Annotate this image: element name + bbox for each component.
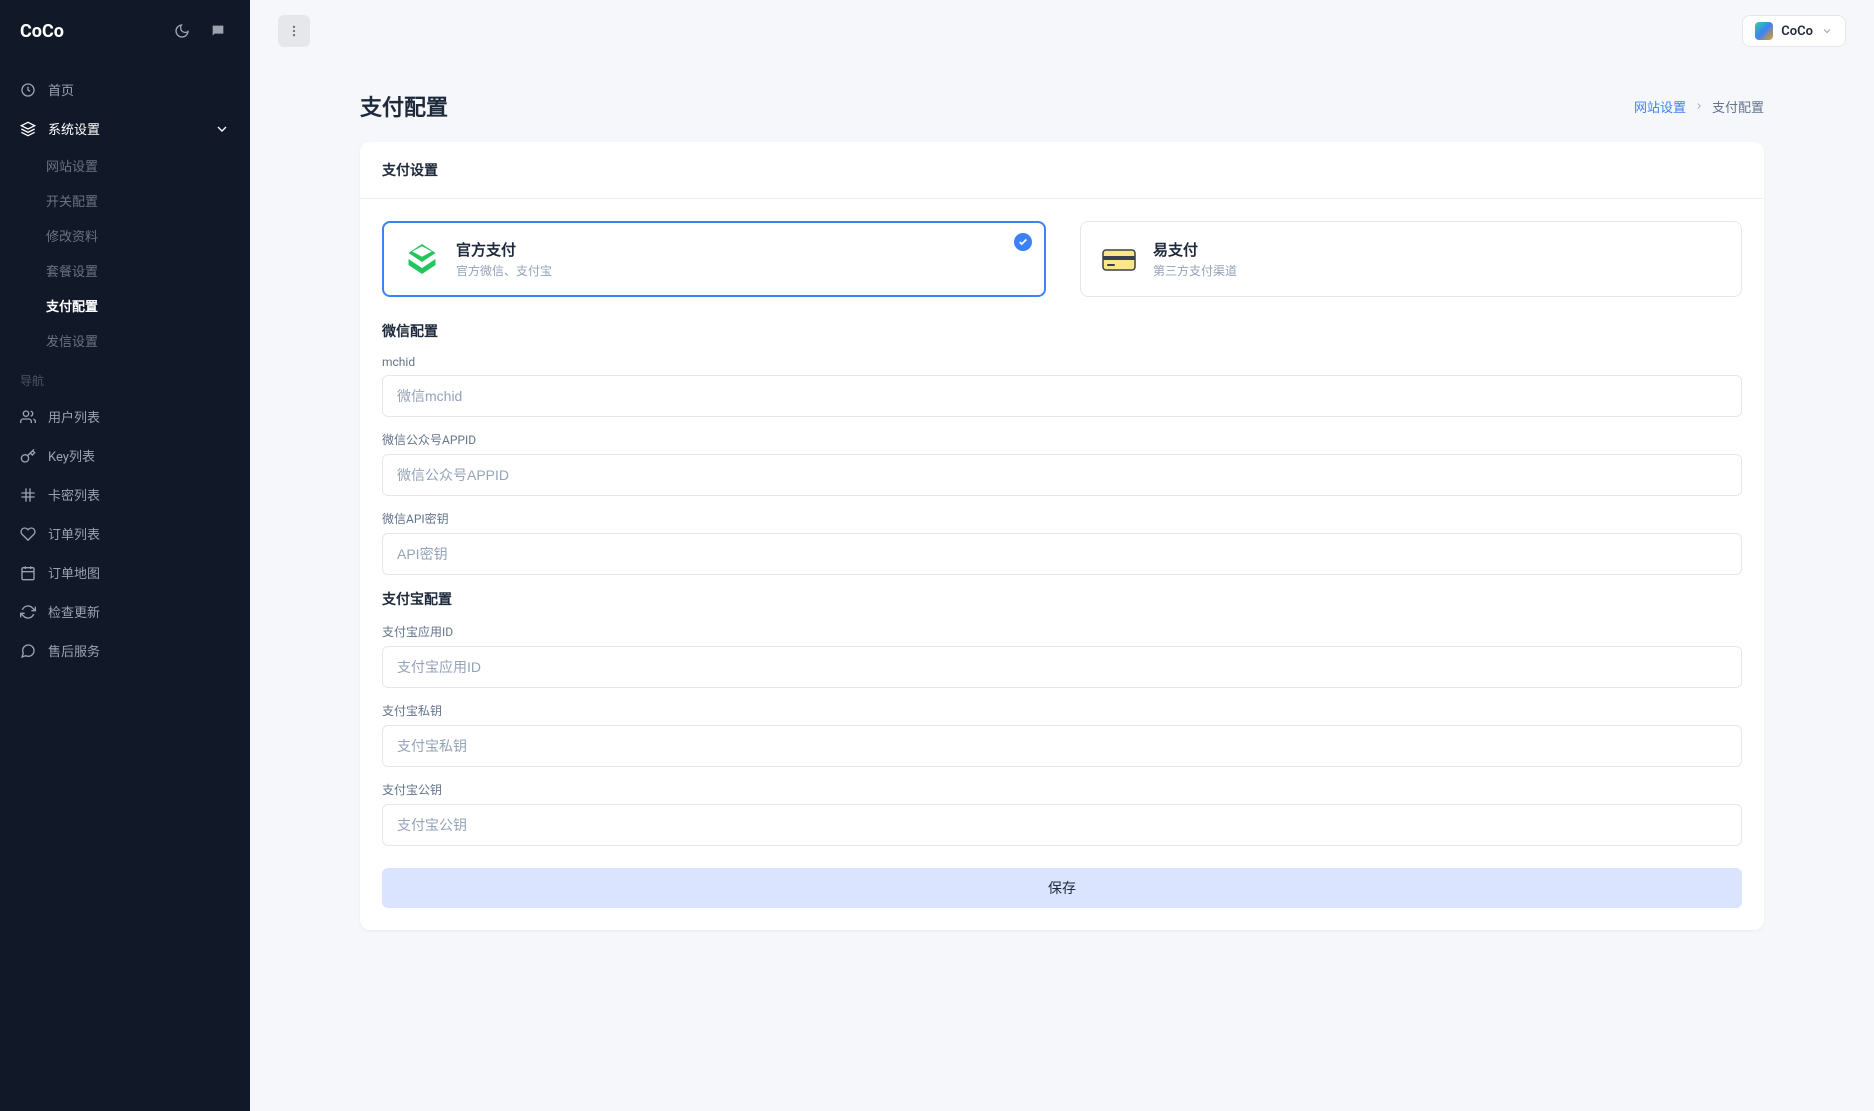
calendar-icon xyxy=(20,565,36,581)
sidebar-item-label: 卡密列表 xyxy=(48,485,100,504)
sidebar-item-label: Key列表 xyxy=(48,446,95,465)
sidebar-sub-profile[interactable]: 修改资料 xyxy=(46,218,250,253)
wx-apikey-input[interactable] xyxy=(382,533,1742,575)
sidebar-item-system-settings[interactable]: 系统设置 xyxy=(0,109,250,148)
mchid-label: mchid xyxy=(382,355,1742,369)
ali-appid-input[interactable] xyxy=(382,646,1742,688)
moon-icon xyxy=(174,23,190,39)
sidebar-sub-mail[interactable]: 发信设置 xyxy=(46,323,250,358)
user-avatar-icon xyxy=(1755,22,1773,40)
chevron-down-icon xyxy=(1821,25,1833,37)
sidebar-sub-payment[interactable]: 支付配置 xyxy=(46,288,250,323)
key-icon xyxy=(20,448,36,464)
ali-public-label: 支付宝公钥 xyxy=(382,781,1742,798)
layers-icon xyxy=(20,121,36,137)
sidebar-item-label: 检查更新 xyxy=(48,602,100,621)
main-content: CoCo 支付配置 网站设置 支付配置 支付设置 xyxy=(250,0,1874,1111)
refresh-icon xyxy=(20,604,36,620)
chat-icon xyxy=(210,23,226,39)
breadcrumb-current: 支付配置 xyxy=(1712,97,1764,116)
pay-option-official[interactable]: 官方支付 官方微信、支付宝 xyxy=(382,221,1046,297)
pay-option-subtitle: 官方微信、支付宝 xyxy=(456,262,552,279)
sidebar-submenu: 网站设置 开关配置 修改资料 套餐设置 支付配置 发信设置 xyxy=(0,148,250,358)
sidebar-item-keys[interactable]: Key列表 xyxy=(0,436,250,475)
ali-private-input[interactable] xyxy=(382,725,1742,767)
sidebar-sub-switch[interactable]: 开关配置 xyxy=(46,183,250,218)
chevron-down-icon xyxy=(214,121,230,137)
mchid-input[interactable] xyxy=(382,375,1742,417)
sidebar-item-check-update[interactable]: 检查更新 xyxy=(0,592,250,631)
user-menu[interactable]: CoCo xyxy=(1742,15,1846,47)
sidebar-nav: 首页 系统设置 网站设置 开关配置 修改资料 套餐设置 支付配置 发信设置 导航… xyxy=(0,62,250,678)
sidebar-sub-plan[interactable]: 套餐设置 xyxy=(46,253,250,288)
sidebar-header: CoCo xyxy=(0,0,250,62)
sidebar-item-home[interactable]: 首页 xyxy=(0,70,250,109)
sidebar-item-label: 售后服务 xyxy=(48,641,100,660)
card-icon xyxy=(20,487,36,503)
wx-appid-input[interactable] xyxy=(382,454,1742,496)
brand-logo[interactable]: CoCo xyxy=(20,21,64,42)
sidebar-item-label: 系统设置 xyxy=(48,119,100,138)
sidebar-item-after-sale[interactable]: 售后服务 xyxy=(0,631,250,670)
user-name: CoCo xyxy=(1781,24,1813,39)
pay-option-title: 官方支付 xyxy=(456,239,552,260)
sidebar-item-label: 订单地图 xyxy=(48,563,100,582)
sidebar-item-order-map[interactable]: 订单地图 xyxy=(0,553,250,592)
nav-section-label: 导航 xyxy=(0,358,250,397)
more-vertical-icon xyxy=(287,24,301,38)
pay-option-subtitle: 第三方支付渠道 xyxy=(1153,262,1237,279)
payment-card: 支付设置 官方支付 官方微信、支付宝 xyxy=(360,142,1764,930)
payment-options: 官方支付 官方微信、支付宝 易支付 xyxy=(382,221,1742,297)
heart-icon xyxy=(20,526,36,542)
sidebar-item-label: 用户列表 xyxy=(48,407,100,426)
ali-public-input[interactable] xyxy=(382,804,1742,846)
wechat-pay-icon xyxy=(404,241,440,277)
theme-toggle-button[interactable] xyxy=(170,19,194,43)
users-icon xyxy=(20,409,36,425)
topbar: CoCo xyxy=(250,0,1874,62)
ali-appid-label: 支付宝应用ID xyxy=(382,623,1742,640)
sidebar-item-cards[interactable]: 卡密列表 xyxy=(0,475,250,514)
page-header: 支付配置 网站设置 支付配置 xyxy=(250,62,1874,142)
page-title: 支付配置 xyxy=(360,90,448,122)
chevron-right-icon xyxy=(1694,101,1704,111)
dashboard-icon xyxy=(20,82,36,98)
save-button[interactable]: 保存 xyxy=(382,868,1742,908)
pay-option-yipay[interactable]: 易支付 第三方支付渠道 xyxy=(1080,221,1742,297)
breadcrumb: 网站设置 支付配置 xyxy=(1634,97,1764,116)
alipay-section-title: 支付宝配置 xyxy=(382,589,1742,609)
sidebar-item-label: 首页 xyxy=(48,80,74,99)
selected-check-icon xyxy=(1014,233,1032,251)
ali-private-label: 支付宝私钥 xyxy=(382,702,1742,719)
chat-button[interactable] xyxy=(206,19,230,43)
sidebar-item-orders[interactable]: 订单列表 xyxy=(0,514,250,553)
pay-option-title: 易支付 xyxy=(1153,239,1237,260)
more-menu-button[interactable] xyxy=(278,15,310,47)
wx-apikey-label: 微信API密钥 xyxy=(382,510,1742,527)
sidebar: CoCo 首页 系统设置 网站设置 开关配置 xyxy=(0,0,250,1111)
wx-appid-label: 微信公众号APPID xyxy=(382,431,1742,448)
sidebar-item-users[interactable]: 用户列表 xyxy=(0,397,250,436)
sidebar-sub-site[interactable]: 网站设置 xyxy=(46,148,250,183)
message-icon xyxy=(20,643,36,659)
wallet-icon xyxy=(1101,241,1137,277)
breadcrumb-parent-link[interactable]: 网站设置 xyxy=(1634,97,1686,116)
sidebar-item-label: 订单列表 xyxy=(48,524,100,543)
wechat-section-title: 微信配置 xyxy=(382,321,1742,341)
card-header: 支付设置 xyxy=(360,142,1764,199)
